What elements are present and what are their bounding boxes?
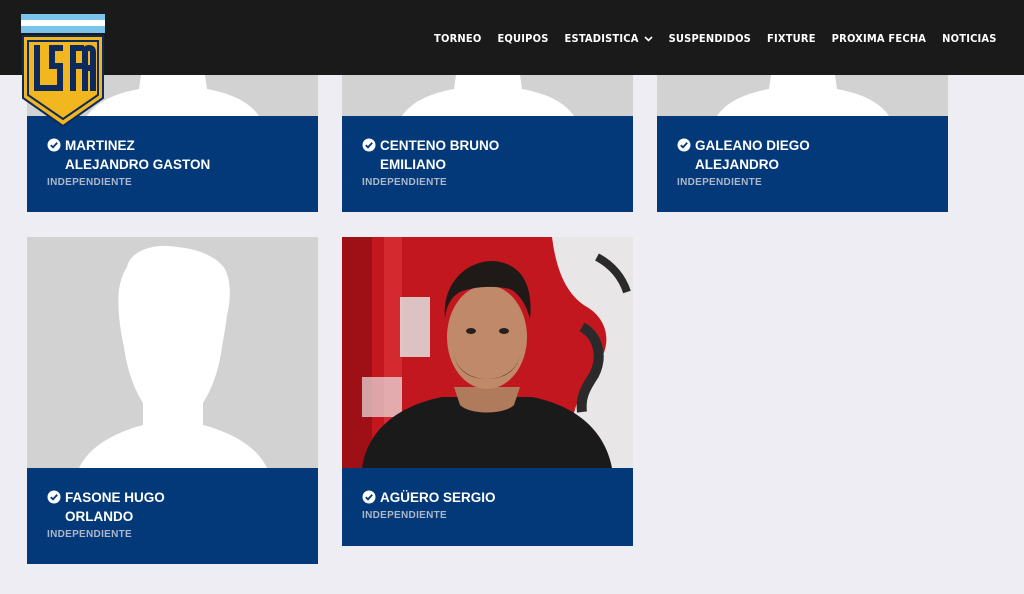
player-photo-placeholder [27, 237, 318, 468]
player-info: AGÜERO SERGIO INDEPENDIENTE [342, 468, 633, 546]
chevron-down-icon [643, 32, 653, 45]
nav-item-equipos[interactable]: EQUIPOS [497, 29, 548, 47]
site-header: TORNEO EQUIPOS ESTADISTICA SUSPENDIDOS F… [0, 0, 1024, 75]
player-info: CENTENO BRUNO EMILIANO INDEPENDIENTE [342, 116, 633, 212]
player-name: CENTENO BRUNO EMILIANO [362, 136, 613, 174]
player-photo [342, 237, 633, 468]
player-team: INDEPENDIENTE [362, 510, 448, 521]
player-info: FASONE HUGO ORLANDO INDEPENDIENTE [27, 468, 318, 564]
verified-icon [47, 138, 61, 152]
verified-icon [362, 490, 376, 504]
main-nav: TORNEO EQUIPOS ESTADISTICA SUSPENDIDOS F… [426, 29, 1005, 47]
player-photo-placeholder [657, 75, 948, 116]
player-team: INDEPENDIENTE [362, 177, 448, 188]
player-name: MARTINEZ ALEJANDRO GASTON [47, 136, 298, 174]
player-name: FASONE HUGO ORLANDO [47, 488, 298, 526]
player-name: GALEANO DIEGO ALEJANDRO [677, 136, 928, 174]
nav-item-fixture[interactable]: FIXTURE [767, 29, 816, 47]
nav-item-noticias[interactable]: NOTICIAS [942, 29, 996, 47]
player-photo-placeholder [342, 75, 633, 116]
player-info: GALEANO DIEGO ALEJANDRO INDEPENDIENTE [657, 116, 948, 212]
player-team: INDEPENDIENTE [47, 529, 133, 540]
nav-item-suspendidos[interactable]: SUSPENDIDOS [669, 29, 751, 47]
player-info: MARTINEZ ALEJANDRO GASTON INDEPENDIENTE [27, 116, 318, 212]
player-name: AGÜERO SERGIO [362, 488, 613, 507]
player-team: INDEPENDIENTE [47, 177, 133, 188]
nav-item-estadistica[interactable]: ESTADISTICA [565, 29, 653, 47]
player-team: INDEPENDIENTE [677, 177, 763, 188]
verified-icon [47, 490, 61, 504]
verified-icon [362, 138, 376, 152]
silhouette-icon [79, 245, 267, 468]
verified-icon [677, 138, 691, 152]
nav-item-torneo[interactable]: TORNEO [434, 29, 481, 47]
site-logo[interactable] [21, 14, 105, 128]
nav-item-proxima-fecha[interactable]: PROXIMA FECHA [832, 29, 926, 47]
